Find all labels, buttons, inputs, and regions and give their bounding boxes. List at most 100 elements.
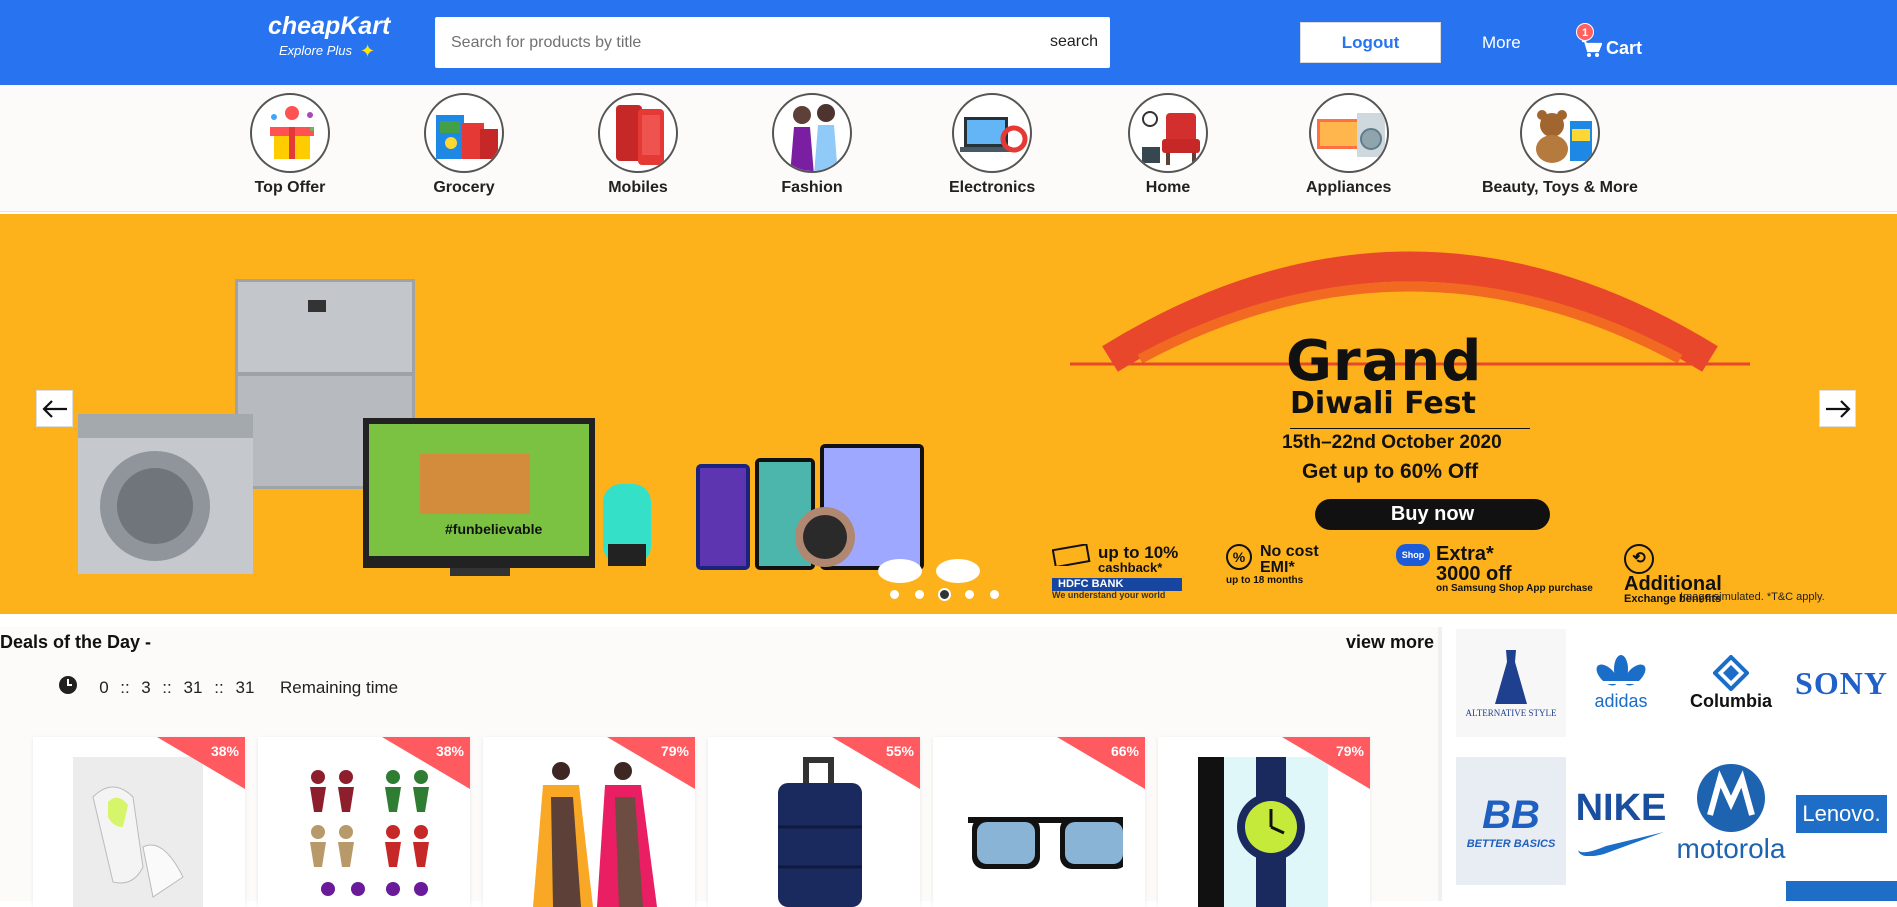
carousel-dot[interactable]: [988, 588, 1001, 601]
emi-benefit: % No cost EMI* up to 18 months: [1226, 543, 1319, 586]
category-top-offer[interactable]: Top Offer: [250, 93, 330, 197]
remaining-time-label: Remaining time: [280, 677, 399, 697]
timer-separator: ::: [120, 677, 130, 697]
samsung-shop-icon: Shop: [1396, 544, 1430, 566]
category-home[interactable]: Home: [1128, 93, 1208, 197]
discount-badge: 79%: [607, 737, 695, 789]
timer-separator: ::: [162, 677, 172, 697]
benefits-row: up to 10% cashback* HDFC BANK We underst…: [1050, 543, 1770, 605]
timer-seconds: 31: [235, 677, 255, 697]
mobiles-image: [598, 93, 678, 173]
carousel-dot[interactable]: [913, 588, 926, 601]
motorola-m-icon: [1697, 764, 1765, 832]
logo-subtitle: Explore Plus ✦: [279, 40, 408, 61]
buy-now-button[interactable]: Buy now: [1315, 499, 1550, 530]
carousel-dots: [888, 588, 1001, 601]
exchange-icon: ⟲: [1624, 544, 1654, 574]
category-nav: Top Offer Grocery Mobiles Fashion Electr…: [0, 85, 1897, 212]
brand-nike[interactable]: NIKE: [1566, 757, 1676, 885]
category-grocery[interactable]: Grocery: [424, 93, 504, 197]
discount-badge: 79%: [1282, 737, 1370, 789]
more-menu[interactable]: More: [1482, 33, 1521, 53]
brand-lenovo[interactable]: Lenovo.: [1786, 760, 1897, 868]
arrow-left-icon: [41, 399, 67, 418]
fest-offer: Get up to 60% Off: [1302, 460, 1479, 483]
product-card[interactable]: 79%: [1158, 737, 1370, 907]
explore-plus-text: Explore Plus: [279, 43, 352, 58]
grocery-image: [424, 93, 504, 173]
logout-button[interactable]: Logout: [1300, 22, 1441, 63]
category-label: Home: [1145, 179, 1191, 196]
fest-title: Grand: [1286, 329, 1483, 394]
brand-grid: ALTERNATIVE STYLE adidas Columbia SONY B…: [1456, 629, 1897, 901]
logo-name[interactable]: cheapKart: [268, 12, 408, 41]
countdown-timer: 0 :: 3 :: 31 :: 31 Remaining time: [58, 675, 398, 700]
logo[interactable]: cheapKart Explore Plus ✦: [268, 12, 408, 61]
category-label: Grocery: [433, 179, 495, 196]
fest-subtitle: Diwali Fest: [1290, 386, 1476, 421]
product-card[interactable]: 55%: [708, 737, 920, 907]
carousel-dot-active[interactable]: [938, 588, 951, 601]
plus-icon: ✦: [359, 40, 376, 61]
cashback-benefit: up to 10% cashback* HDFC BANK We underst…: [1052, 544, 1182, 600]
category-fashion[interactable]: Fashion: [772, 93, 852, 197]
category-electronics[interactable]: Electronics: [949, 93, 1035, 197]
fest-dates: 15th–22nd October 2020: [1282, 432, 1502, 453]
prev-slide-button[interactable]: [36, 390, 73, 427]
brand-partial-logo[interactable]: [1786, 881, 1897, 901]
category-mobiles[interactable]: Mobiles: [598, 93, 678, 197]
cart-icon: [1582, 39, 1602, 57]
search-bar: search: [435, 17, 1110, 68]
next-slide-button[interactable]: [1819, 390, 1856, 427]
category-label: Fashion: [781, 179, 843, 196]
brand-sony[interactable]: SONY: [1786, 629, 1897, 737]
search-button[interactable]: search: [1050, 33, 1098, 51]
product-card[interactable]: 38%: [33, 737, 245, 907]
timer-days: 0: [99, 677, 109, 697]
discount-badge: 38%: [382, 737, 470, 789]
diwali-fest-promo: Grand Diwali Fest 15th–22nd October 2020…: [1050, 234, 1825, 605]
arrow-right-icon: [1825, 399, 1851, 418]
brand-motorola[interactable]: motorola: [1676, 739, 1786, 889]
fine-print: Image simulated. *T&C apply.: [1680, 591, 1825, 603]
carousel-dot[interactable]: [963, 588, 976, 601]
brand-columbia[interactable]: Columbia: [1676, 629, 1786, 737]
product-card[interactable]: 79%: [483, 737, 695, 907]
hero-banner[interactable]: #funbelievable Grand Diwali Fest 15th–22…: [0, 214, 1897, 614]
category-appliances[interactable]: Appliances: [1306, 93, 1391, 197]
extra-off-benefit: Shop Extra* 3000 off on Samsung Shop App…: [1396, 544, 1596, 594]
category-label: Mobiles: [608, 179, 668, 196]
cart-link[interactable]: Cart: [1582, 38, 1642, 59]
beauty-toys-image: [1519, 93, 1600, 173]
timer-hours: 3: [141, 677, 151, 697]
nike-swoosh-icon: [1578, 831, 1664, 856]
deals-title: Deals of the Day -: [0, 632, 152, 652]
bb-logo-icon: BB: [1482, 792, 1540, 837]
brand-better-basics[interactable]: BB BETTER BASICS: [1456, 757, 1566, 885]
top-header: cheapKart Explore Plus ✦ search Logout M…: [0, 0, 1897, 85]
category-beauty-toys-more[interactable]: Beauty, Toys & More: [1482, 93, 1638, 197]
product-card[interactable]: 66%: [933, 737, 1145, 907]
top-offer-image: [250, 93, 330, 173]
timer-minutes: 31: [183, 677, 203, 697]
banner-appliances-art: #funbelievable: [78, 279, 980, 583]
columbia-diamond-icon: [1713, 654, 1749, 691]
carousel-dot[interactable]: [888, 588, 901, 601]
discount-badge: 38%: [157, 737, 245, 789]
tv-caption: #funbelievable: [445, 521, 542, 537]
card-icon: [1052, 544, 1091, 566]
discount-badge: 55%: [832, 737, 920, 789]
cart-label: Cart: [1606, 38, 1643, 58]
product-card[interactable]: 38%: [258, 737, 470, 907]
view-more-link[interactable]: view more: [1346, 632, 1434, 653]
brand-adidas[interactable]: adidas: [1566, 629, 1676, 737]
electronics-image: [952, 93, 1033, 173]
brand-alternative-style[interactable]: ALTERNATIVE STYLE: [1456, 629, 1566, 737]
dress-logo-icon: [1495, 650, 1527, 704]
search-input[interactable]: [435, 17, 1025, 68]
category-label: Beauty, Toys & More: [1482, 179, 1638, 196]
discount-badge: 66%: [1057, 737, 1145, 789]
adidas-trefoil-icon: [1596, 654, 1646, 685]
timer-separator: ::: [214, 677, 224, 697]
cart-count-badge: 1: [1576, 23, 1594, 41]
